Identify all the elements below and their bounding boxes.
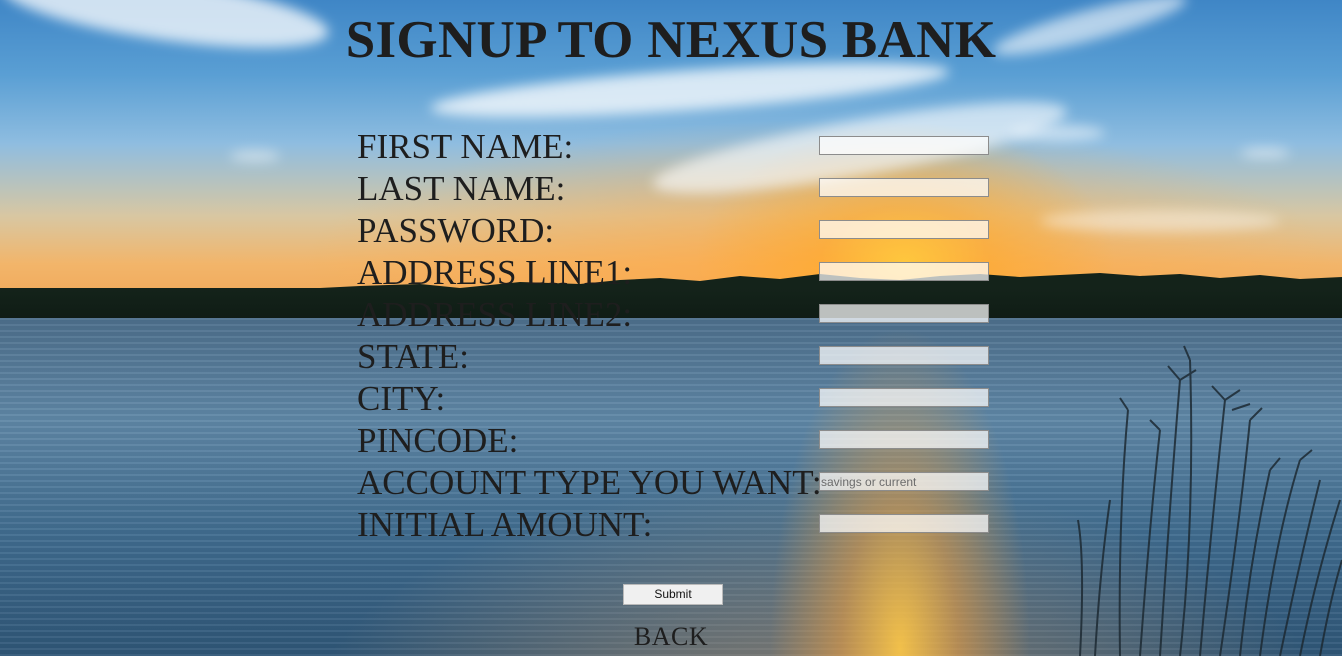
- initial-amount-row: INITIAL AMOUNT:: [357, 504, 997, 546]
- address-line2-input[interactable]: [819, 304, 989, 323]
- last-name-input[interactable]: [819, 178, 989, 197]
- password-label: PASSWORD:: [357, 211, 555, 250]
- password-row: PASSWORD:: [357, 210, 997, 252]
- password-input[interactable]: [819, 220, 989, 239]
- address-line1-row: ADDRESS LINE1:: [357, 252, 997, 294]
- account-type-row: ACCOUNT TYPE YOU WANT:: [357, 462, 997, 504]
- page-title: SIGNUP TO NEXUS BANK: [345, 11, 997, 69]
- initial-amount-label: INITIAL AMOUNT:: [357, 505, 653, 544]
- address-line2-label: ADDRESS LINE2:: [357, 295, 633, 334]
- state-row: STATE:: [357, 336, 997, 378]
- city-label: CITY:: [357, 379, 446, 418]
- back-link[interactable]: BACK: [0, 620, 1342, 654]
- last-name-row: LAST NAME:: [357, 168, 997, 210]
- city-row: CITY:: [357, 378, 997, 420]
- account-type-input[interactable]: [819, 472, 989, 491]
- signup-page: SIGNUP TO NEXUS BANK FIRST NAME: LAST NA…: [0, 0, 1342, 656]
- state-input[interactable]: [819, 346, 989, 365]
- pincode-row: PINCODE:: [357, 420, 997, 462]
- pincode-label: PINCODE:: [357, 421, 519, 460]
- address-line2-row: ADDRESS LINE2:: [357, 294, 997, 336]
- address-line1-label: ADDRESS LINE1:: [357, 253, 633, 292]
- pincode-input[interactable]: [819, 430, 989, 449]
- first-name-row: FIRST NAME:: [357, 126, 997, 168]
- state-label: STATE:: [357, 337, 469, 376]
- account-type-label: ACCOUNT TYPE YOU WANT:: [357, 463, 822, 502]
- city-input[interactable]: [819, 388, 989, 407]
- address-line1-input[interactable]: [819, 262, 989, 281]
- initial-amount-input[interactable]: [819, 514, 989, 533]
- first-name-label: FIRST NAME:: [357, 127, 574, 166]
- first-name-input[interactable]: [819, 136, 989, 155]
- last-name-label: LAST NAME:: [357, 169, 566, 208]
- submit-button[interactable]: Submit: [623, 584, 723, 605]
